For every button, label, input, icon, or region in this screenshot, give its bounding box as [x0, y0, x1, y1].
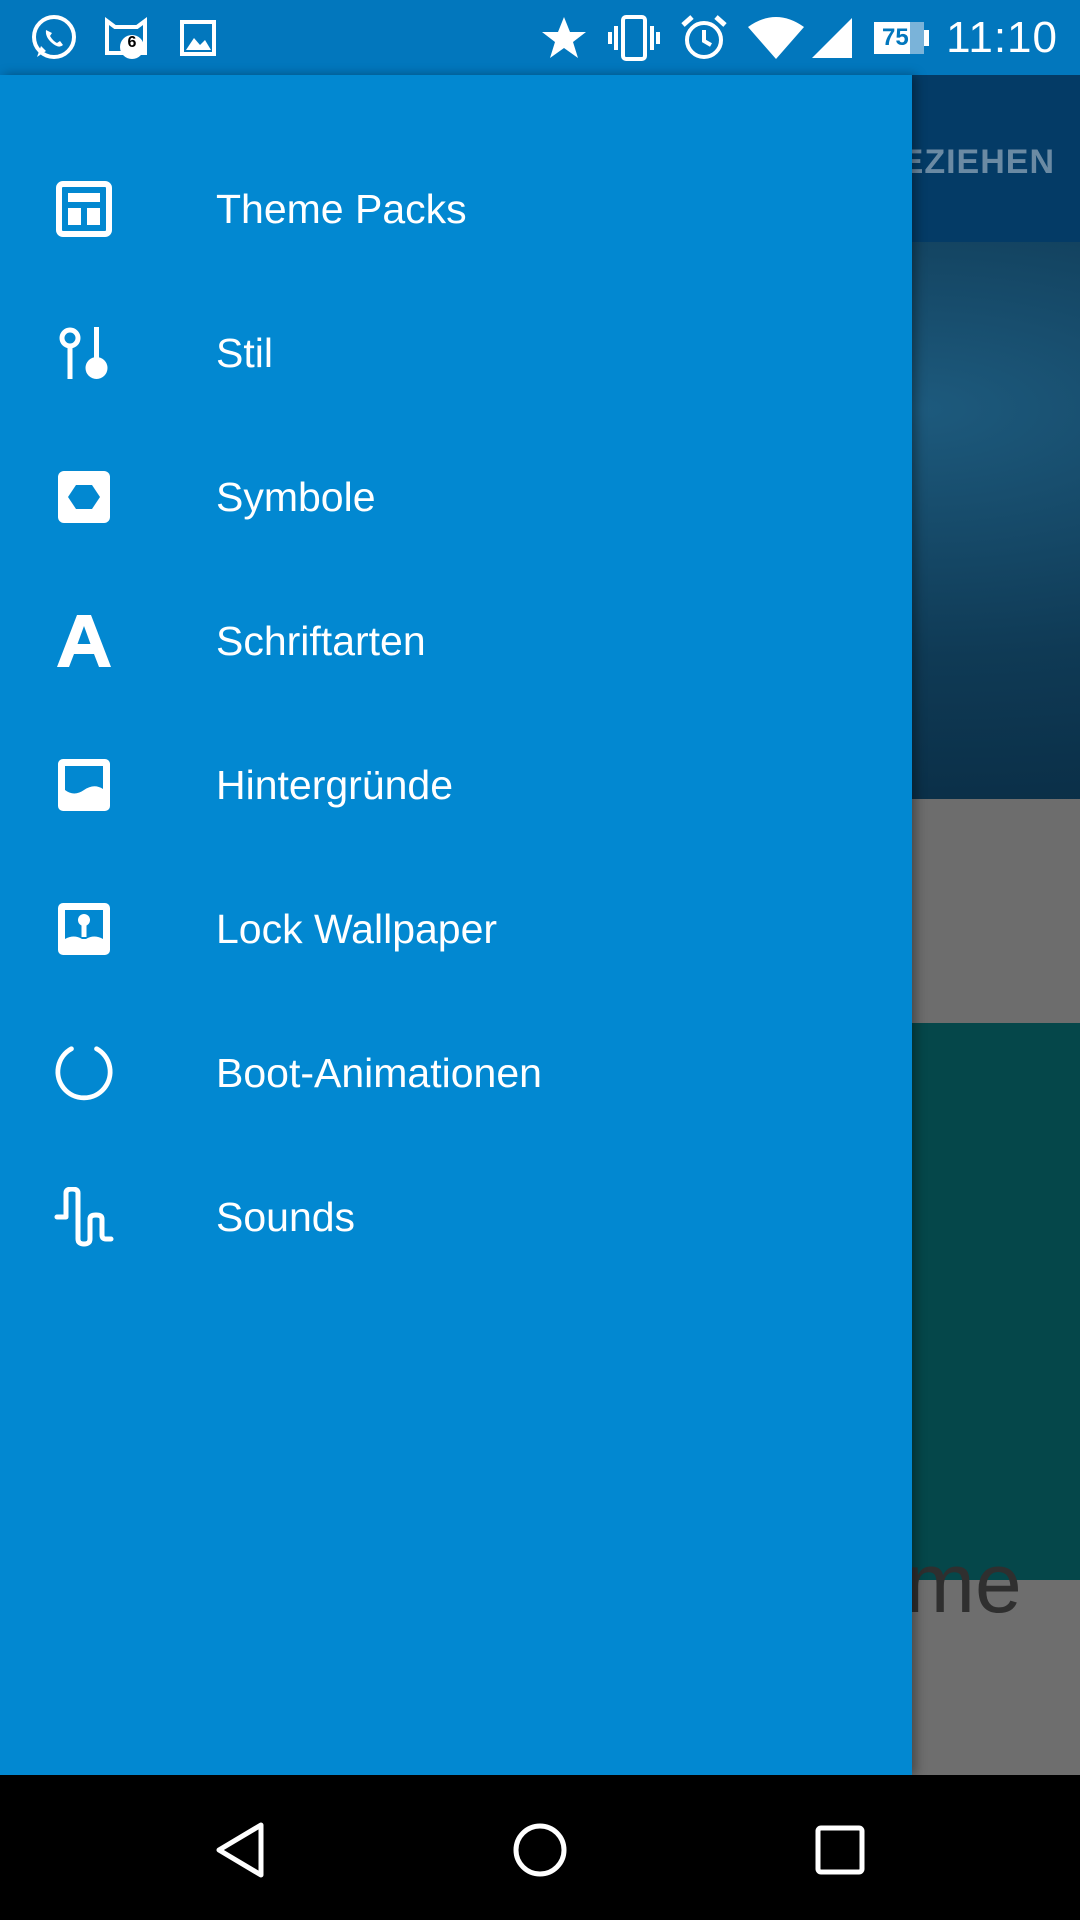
drawer-item-hintergruende[interactable]: Hintergründe [0, 713, 912, 857]
theme-packs-icon [54, 179, 114, 239]
battery-level: 75 [882, 24, 909, 51]
lock-wallpaper-icon [54, 899, 114, 959]
sounds-icon [54, 1187, 114, 1247]
drawer-item-label: Lock Wallpaper [216, 905, 498, 952]
cell-signal-icon [808, 12, 856, 64]
drawer-item-schriftarten[interactable]: Schriftarten [0, 569, 912, 713]
drawer-item-label: Hintergründe [216, 761, 454, 808]
clock: 11:10 [946, 13, 1058, 62]
cat-notification-icon: 6 [100, 12, 152, 64]
background-tab-label[interactable]: EZIEHEN [901, 143, 1055, 182]
recents-button[interactable] [795, 1805, 885, 1895]
notification-badge: 6 [127, 34, 137, 51]
drawer-item-lock-wallpaper[interactable]: Lock Wallpaper [0, 857, 912, 1001]
status-bar: 6 75 11:10 [0, 0, 1080, 75]
drawer-item-boot-animationen[interactable]: Boot-Animationen [0, 1001, 912, 1145]
system-navigation-bar [0, 1775, 1080, 1920]
whatsapp-icon [26, 12, 82, 64]
star-icon [536, 12, 592, 64]
wifi-icon [744, 12, 808, 64]
drawer-item-sounds[interactable]: Sounds [0, 1145, 912, 1289]
drawer-item-label: Theme Packs [216, 185, 467, 232]
home-icon [513, 1823, 567, 1877]
navigation-drawer: Theme Packs Stil Symbole Schriftarten Hi… [0, 75, 912, 1775]
style-icon [54, 323, 114, 383]
drawer-item-label: Symbole [216, 473, 376, 520]
back-button[interactable] [196, 1805, 286, 1895]
wallpaper-icon [54, 755, 114, 815]
recents-icon [815, 1825, 865, 1875]
battery-icon: 75 [874, 12, 930, 64]
alarm-icon [676, 12, 732, 64]
drawer-item-label: Boot-Animationen [216, 1049, 542, 1096]
boot-animation-icon [54, 1043, 114, 1103]
drawer-item-stil[interactable]: Stil [0, 281, 912, 425]
drawer-item-theme-packs[interactable]: Theme Packs [0, 137, 912, 281]
drawer-menu: Theme Packs Stil Symbole Schriftarten Hi… [0, 137, 912, 1289]
drawer-item-label: Schriftarten [216, 617, 426, 664]
background-footer-text: me [905, 1536, 1022, 1630]
image-icon [176, 12, 220, 64]
drawer-item-symbole[interactable]: Symbole [0, 425, 912, 569]
drawer-item-label: Stil [216, 329, 273, 376]
back-icon [216, 1822, 264, 1878]
font-icon [54, 611, 114, 671]
drawer-item-label: Sounds [216, 1193, 356, 1240]
home-button[interactable] [495, 1805, 585, 1895]
vibrate-icon [604, 12, 664, 64]
symbols-icon [54, 467, 114, 527]
